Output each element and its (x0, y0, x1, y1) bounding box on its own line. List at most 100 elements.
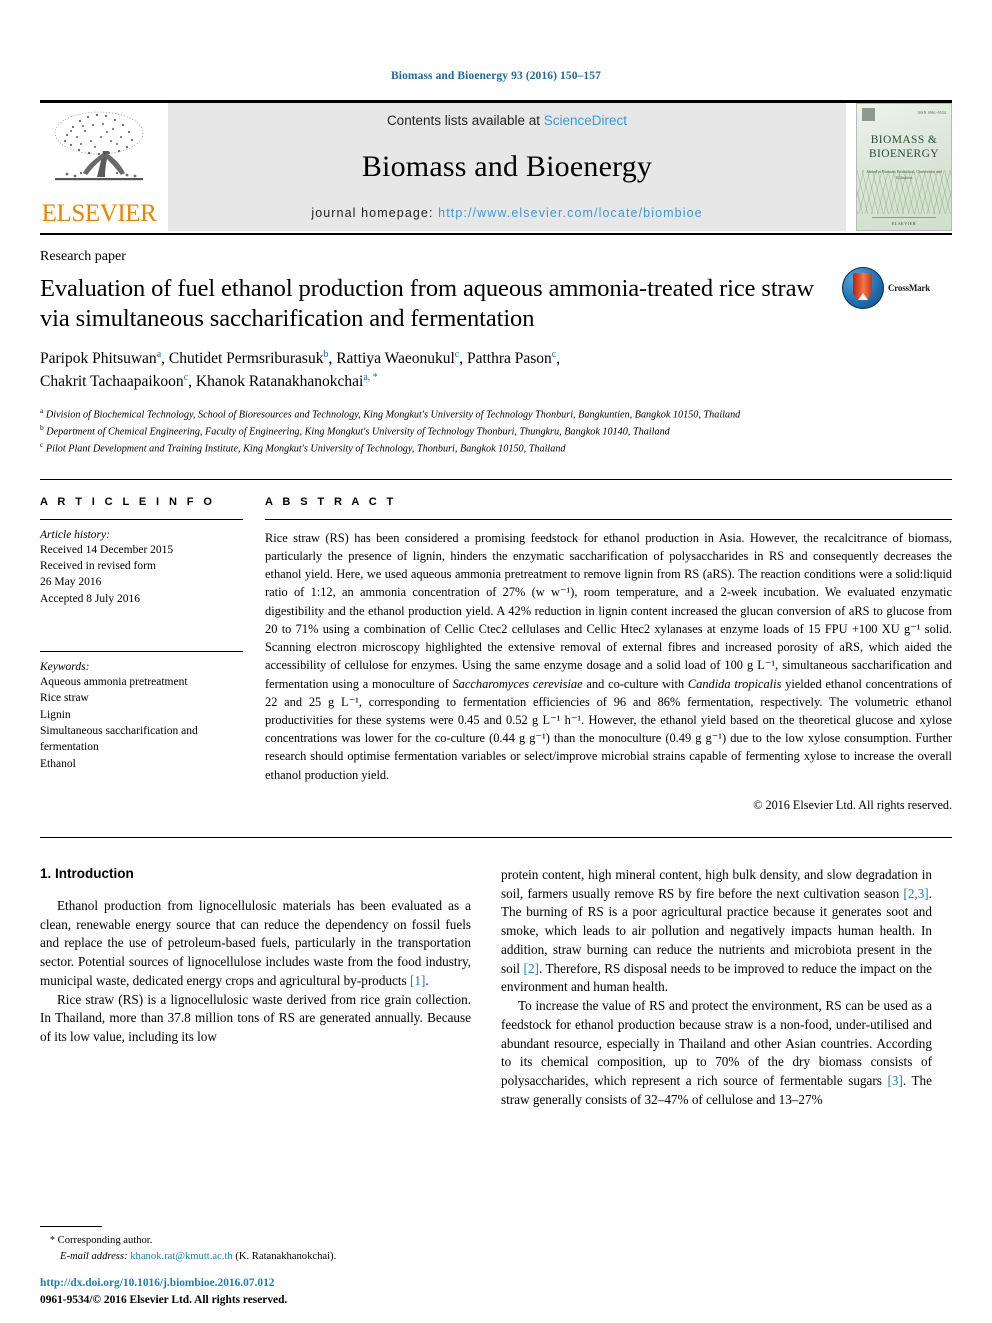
author-entry: Rattiya Waeonukulc, (336, 349, 467, 367)
author-name: Chakrit Tachaapaikoon (40, 372, 184, 390)
affiliation-text: Pilot Plant Development and Training Ins… (45, 443, 566, 455)
cover-footer-rule (872, 217, 936, 218)
introduction-heading: 1. Introduction (40, 865, 134, 881)
journal-masthead: ELSEVIER Contents lists available at Sci… (40, 100, 952, 231)
article-info-rule (40, 518, 243, 520)
author-sep: , (161, 349, 169, 367)
corresponding-author-footnote: * Corresponding author. E-mail address: … (40, 1226, 471, 1265)
cover-issn: ISSN 0961-9534 (917, 111, 946, 115)
cover-title: BIOMASS & BIOENERGY (868, 134, 940, 161)
abstract-copyright: © 2016 Elsevier Ltd. All rights reserved… (753, 797, 952, 812)
article-info-column: A R T I C L E I N F O Article history: R… (40, 496, 265, 813)
keyword-item: Aqueous ammonia pretreatment (40, 675, 188, 688)
affiliation-item: c Pilot Plant Development and Training I… (40, 440, 952, 457)
article-history-item: Accepted 8 July 2016 (40, 592, 140, 605)
author-name: Patthra Pason (466, 349, 552, 367)
citation-link[interactable]: [3] (888, 1073, 903, 1088)
author-entry: Patthra Pasonc, (466, 349, 561, 367)
author-name: Paripok Phitsuwan (40, 349, 157, 367)
author-name: Chutidet Permsriburasuk (168, 349, 324, 367)
keywords-rule (40, 650, 243, 652)
abstract-part-1: Rice straw (RS) has been considered a pr… (265, 530, 952, 691)
email-link[interactable]: khanok.rat@kmutt.ac.th (130, 1251, 232, 1262)
info-abstract-section: A R T I C L E I N F O Article history: R… (40, 478, 952, 813)
author-entry: Chutidet Permsriburasukb, (168, 349, 336, 367)
crossmark-badge-group[interactable]: CrossMark (842, 267, 952, 309)
masthead-bottom-rule (40, 233, 952, 235)
crossmark-label: CrossMark (888, 283, 931, 293)
body-top-rule (40, 836, 952, 838)
journal-homepage-line: journal homepage: http://www.elsevier.co… (311, 206, 702, 220)
article-type-label: Research paper (40, 249, 126, 264)
footnote-email-line: E-mail address: khanok.rat@kmutt.ac.th (… (40, 1249, 471, 1265)
cover-artwork (857, 170, 951, 214)
footnote-corresponding-line: * Corresponding author. (40, 1233, 471, 1249)
keyword-item: Ethanol (40, 757, 76, 770)
article-history-label: Article history: (40, 528, 110, 541)
affiliation-mark: b (40, 422, 44, 432)
keywords-block: Keywords: Aqueous ammonia pretreatment R… (40, 650, 243, 772)
cover-footer: ELSEVIER (857, 217, 951, 226)
contents-prefix: Contents lists available at (386, 113, 544, 128)
affiliation-item: b Department of Chemical Engineering, Fa… (40, 423, 952, 440)
keywords-label: Keywords: (40, 660, 90, 673)
elsevier-wordmark: ELSEVIER (41, 200, 157, 227)
affiliation-item: a Division of Biochemical Technology, Sc… (40, 406, 952, 423)
elsevier-tree-icon (54, 111, 144, 181)
paragraph-text-tail: . (425, 972, 429, 988)
author-affil-mark[interactable]: a, * (363, 371, 377, 382)
footnote-corresponding-text: Corresponding author. (57, 1235, 153, 1247)
body-column-right: protein content, high mineral content, h… (501, 866, 932, 1110)
citation-link[interactable]: [2] (524, 961, 539, 976)
cover-topbar: ISSN 0961-9534 (857, 104, 951, 121)
author-list: Paripok Phitsuwana, Chutidet Permsribura… (40, 348, 952, 393)
footnote-star-mark: * (50, 1235, 55, 1247)
sciencedirect-link[interactable]: ScienceDirect (544, 113, 627, 128)
page-title: Evaluation of fuel ethanol production fr… (40, 275, 814, 332)
doi-link[interactable]: http://dx.doi.org/10.1016/j.biombioe.201… (40, 1275, 540, 1292)
citation-link[interactable]: [1] (410, 973, 425, 988)
citation-link[interactable]: [2,3] (903, 886, 928, 901)
author-entry: Paripok Phitsuwana, (40, 349, 169, 367)
elsevier-logo: ELSEVIER (40, 103, 158, 231)
body-paragraph: Ethanol production from lignocellulosic … (40, 897, 471, 991)
title-block: Research paper Evaluation of fuel ethano… (40, 249, 952, 393)
body-paragraph: To increase the value of RS and protect … (501, 997, 932, 1109)
keyword-item: Simultaneous saccharification and fermen… (40, 724, 198, 754)
journal-article-page: Biomass and Bioenergy 93 (2016) 150–157 (0, 0, 992, 1323)
footnote-rule (40, 1226, 102, 1228)
abstract-heading: A B S T R A C T (265, 495, 397, 508)
affiliation-list: a Division of Biochemical Technology, Sc… (40, 406, 952, 457)
abstract-column: A B S T R A C T Rice straw (RS) has been… (265, 496, 952, 813)
cover-elsevier-mini-icon (862, 108, 875, 121)
running-head: Biomass and Bioenergy 93 (2016) 150–157 (391, 70, 601, 82)
author-name: Rattiya Waeonukul (336, 349, 455, 367)
body-columns: 1. Introduction Ethanol production from … (40, 866, 952, 1110)
article-info-heading: A R T I C L E I N F O (40, 495, 216, 508)
abstract-species-2: Candida tropicalis (687, 676, 782, 691)
contents-list-line: Contents lists available at ScienceDirec… (387, 113, 627, 128)
author-sep: , (459, 349, 467, 367)
homepage-prefix: journal homepage: (311, 206, 439, 220)
journal-cover-thumbnail[interactable]: ISSN 0961-9534 BIOMASS & BIOENERGY Aimed… (856, 103, 952, 231)
affiliation-mark: c (40, 439, 44, 449)
abstract-text: Rice straw (RS) has been considered a pr… (265, 529, 952, 784)
article-history-item: Received in revised form (40, 559, 156, 572)
crossmark-icon (842, 267, 884, 309)
masthead-panel: Contents lists available at ScienceDirec… (168, 103, 846, 231)
body-column-left: 1. Introduction Ethanol production from … (40, 866, 471, 1110)
abstract-part-3: yielded ethanol concentrations of 22 and… (265, 676, 953, 782)
issn-copyright-line: 0961-9534/© 2016 Elsevier Ltd. All right… (40, 1293, 288, 1306)
keyword-item: Rice straw (40, 692, 89, 705)
paragraph-text: protein content, high mineral content, h… (501, 866, 932, 901)
author-entry: Chakrit Tachaapaikoonc, (40, 371, 196, 390)
cover-publisher: ELSEVIER (891, 221, 917, 226)
journal-title: Biomass and Bioenergy (361, 150, 653, 183)
affiliation-text: Department of Chemical Engineering, Facu… (46, 426, 670, 438)
author-name: Khanok Ratanakhanokchai (195, 372, 364, 390)
abstract-rule (265, 518, 952, 520)
journal-homepage-link[interactable]: http://www.elsevier.com/locate/biombioe (438, 206, 703, 220)
paragraph-text: To increase the value of RS and protect … (501, 998, 932, 1088)
page-footer: http://dx.doi.org/10.1016/j.biombioe.201… (40, 1275, 540, 1309)
author-sep: , (556, 349, 561, 367)
